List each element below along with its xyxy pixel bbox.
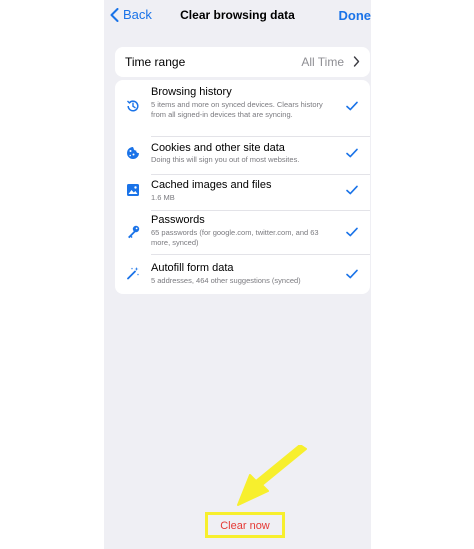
clear-now-label: Clear now [220, 520, 270, 532]
arrow-annotation-icon [237, 445, 307, 506]
list-item-passwords[interactable]: Passwords 65 passwords (for google.com, … [115, 212, 370, 252]
checkmark-icon [346, 101, 358, 111]
checkmark-icon [346, 185, 358, 195]
divider [151, 174, 370, 175]
data-type-list: Browsing history 5 items and more on syn… [115, 80, 370, 294]
list-item-cookies[interactable]: Cookies and other site data Doing this w… [115, 138, 370, 172]
checkmark-icon [346, 148, 358, 158]
item-label: Cookies and other site data [151, 142, 285, 154]
divider [151, 254, 370, 255]
list-item-autofill[interactable]: Autofill form data 5 addresses, 464 othe… [115, 258, 370, 290]
divider [151, 210, 370, 211]
page-title: Clear browsing data [180, 8, 295, 22]
time-range-value: All Time [301, 55, 344, 69]
checkmark-icon [346, 269, 358, 279]
item-description: 5 items and more on synced devices. Clea… [151, 100, 323, 119]
image-icon [127, 184, 139, 196]
checkmark-icon [346, 227, 358, 237]
list-item-cached-images[interactable]: Cached images and files 1.6 MB [115, 176, 370, 208]
divider [151, 136, 370, 137]
list-item-browsing-history[interactable]: Browsing history 5 items and more on syn… [115, 84, 370, 134]
clear-now-button[interactable]: Clear now [205, 512, 285, 538]
item-label: Autofill form data [151, 262, 234, 274]
time-range-row[interactable]: Time range All Time [115, 47, 370, 77]
item-description: 1.6 MB [151, 193, 175, 202]
done-button[interactable]: Done [339, 8, 372, 23]
cookie-icon [127, 147, 139, 159]
navigation-bar: Back Clear browsing data Done [104, 0, 371, 30]
item-description: Doing this will sign you out of most web… [151, 155, 300, 164]
item-description: 65 passwords (for google.com, twitter.co… [151, 228, 319, 247]
history-icon [127, 100, 139, 112]
item-label: Browsing history [151, 86, 232, 98]
time-range-label: Time range [125, 55, 186, 69]
key-icon [128, 225, 140, 239]
item-description: 5 addresses, 464 other suggestions (sync… [151, 276, 301, 285]
item-label: Cached images and files [151, 179, 272, 191]
chevron-right-icon [353, 56, 360, 67]
magic-wand-icon [127, 267, 140, 280]
item-label: Passwords [151, 214, 205, 226]
